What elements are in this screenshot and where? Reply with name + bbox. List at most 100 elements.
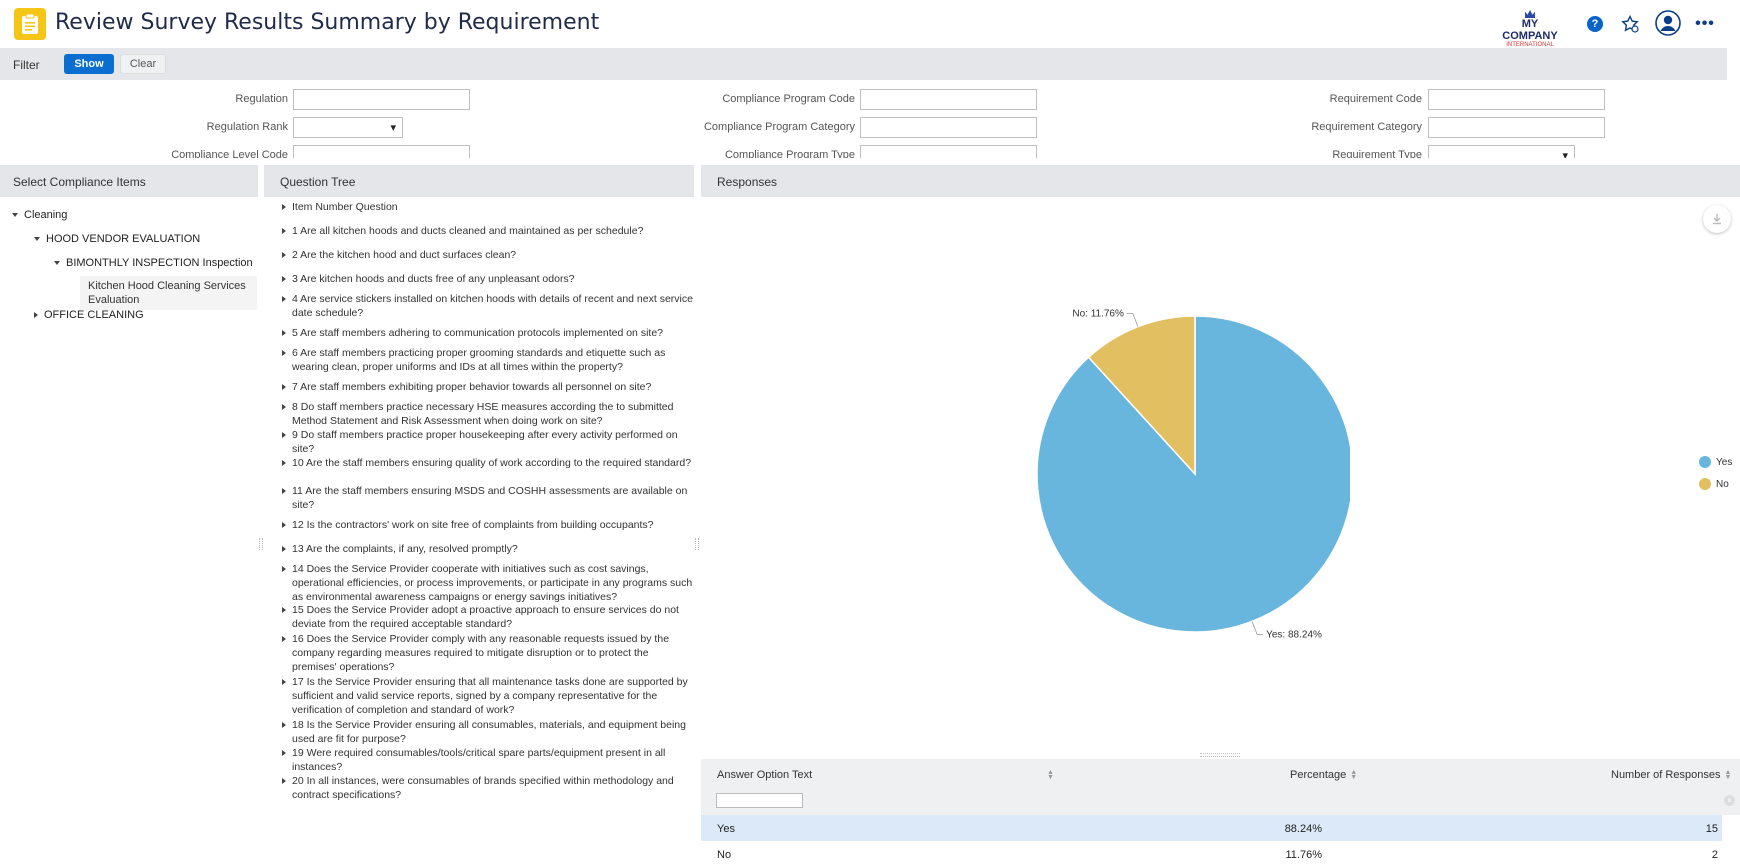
sort-icon[interactable]: ▲ ▼ [1043,769,1054,781]
question-text: 4 Are service stickers installed on kitc… [292,293,693,319]
requirement-category-input[interactable] [1428,117,1605,138]
cell-percentage: 88.24% [1284,823,1322,835]
regulation-input[interactable] [293,89,470,110]
question-item[interactable]: 4 Are service stickers installed on kitc… [280,292,694,320]
caret-right-icon[interactable] [282,252,286,258]
question-item[interactable]: 2 Are the kitchen hood and duct surfaces… [280,248,694,262]
caret-right-icon[interactable] [282,296,286,302]
question-text: 12 Is the contractors' work on site free… [292,519,654,531]
question-item[interactable]: 9 Do staff members practice proper house… [280,428,694,456]
chart-table-splitter[interactable] [1200,753,1240,757]
question-item[interactable]: 17 Is the Service Provider ensuring that… [280,675,694,717]
question-item[interactable]: 3 Are kitchen hoods and ducts free of an… [280,272,694,286]
col-header-label: Number of Responses [1611,769,1721,781]
question-tree-header-row[interactable]: Item Number Question [280,200,694,214]
sort-icon[interactable]: ▲ ▼ [1724,769,1731,781]
caret-down-icon[interactable] [12,213,18,218]
question-item[interactable]: 6 Are staff members practicing proper gr… [280,346,694,374]
caret-right-icon[interactable] [282,750,286,756]
caret-right-icon[interactable] [282,330,286,336]
tree-leaf-kitchen-hood-cleaning[interactable]: Kitchen Hood Cleaning Services Evaluatio… [80,276,257,310]
caret-right-icon[interactable] [282,778,286,784]
question-item[interactable]: 11 Are the staff members ensuring MSDS a… [280,484,694,512]
compliance-program-category-input[interactable] [860,117,1037,138]
left-splitter[interactable] [259,538,263,550]
question-item[interactable]: 13 Are the complaints, if any, resolved … [280,542,694,556]
caret-right-icon[interactable] [282,350,286,356]
compliance-program-type-input[interactable] [860,145,1037,158]
download-icon[interactable] [1703,205,1731,233]
question-item[interactable]: 19 Were required consumables/tools/criti… [280,746,694,774]
tree-node-office-cleaning[interactable]: OFFICE CLEANING [34,309,144,321]
caret-right-icon[interactable] [282,276,286,282]
more-options-icon[interactable]: ••• [1693,12,1717,36]
cell-count: 15 [1705,823,1718,835]
question-item[interactable]: 15 Does the Service Provider adopt a pro… [280,603,694,631]
caret-right-icon[interactable] [282,384,286,390]
tree-node-cleaning[interactable]: Cleaning [12,209,67,221]
caret-right-icon[interactable] [282,404,286,410]
caret-down-icon[interactable] [34,237,40,242]
sort-icon[interactable]: ▲ ▼ [1350,769,1357,781]
caret-right-icon[interactable] [282,566,286,572]
page-title: Review Survey Results Summary by Require… [55,10,600,35]
caret-right-icon[interactable] [282,522,286,528]
caret-right-icon[interactable] [282,722,286,728]
legend-item[interactable]: No [1699,478,1732,490]
question-text: 19 Were required consumables/tools/criti… [292,747,666,773]
table-row[interactable]: No 11.76% 2 [701,841,1722,864]
col-answer-option-text[interactable]: Answer Option Text [717,769,812,781]
question-item[interactable]: 10 Are the staff members ensuring qualit… [280,456,694,470]
caret-right-icon[interactable] [282,204,286,210]
tree-node-bimonthly-inspection[interactable]: BIMONTHLY INSPECTION Inspection [54,257,253,269]
question-item[interactable]: 20 In all instances, were consumables of… [280,774,694,802]
question-item[interactable]: 14 Does the Service Provider cooperate w… [280,562,694,604]
pie-data-label: No: 11.76% [1072,309,1124,320]
caret-right-icon[interactable] [282,460,286,466]
cell-count: 2 [1711,849,1718,861]
caret-right-icon[interactable] [282,546,286,552]
caret-right-icon[interactable] [282,228,286,234]
compliance-level-code-input[interactable] [293,145,470,158]
caret-right-icon[interactable] [282,679,286,685]
tree-node-hood-vendor-evaluation[interactable]: HOOD VENDOR EVALUATION [34,233,200,245]
caret-down-icon[interactable] [54,261,60,266]
caret-right-icon[interactable] [282,607,286,613]
compliance-level-code-label: Compliance Level Code [171,149,288,158]
col-number-of-responses[interactable]: Number of Responses ▲ ▼ [1611,769,1731,781]
legend-item[interactable]: Yes [1699,456,1732,468]
caret-right-icon[interactable] [282,636,286,642]
question-item[interactable]: 12 Is the contractors' work on site free… [280,518,694,532]
clear-button[interactable]: Clear [120,54,166,74]
regulation-rank-select[interactable]: ▾ [293,117,403,138]
col-percentage[interactable]: Percentage ▲ ▼ [1290,769,1357,781]
compliance-program-code-input[interactable] [860,89,1037,110]
requirement-code-input[interactable] [1428,89,1605,110]
clear-filter-icon[interactable]: × [1724,795,1735,806]
question-text: Item Number Question [292,201,398,213]
tree-label: Cleaning [24,209,68,221]
user-avatar-icon[interactable] [1655,10,1681,36]
question-item[interactable]: 7 Are staff members exhibiting proper be… [280,380,694,394]
question-text: 20 In all instances, were consumables of… [292,775,674,801]
caret-right-icon[interactable] [34,312,38,319]
pie-chart-svg: Yes: 88.24% No: 11.76% [1036,309,1354,640]
responses-pie-chart: Yes: 88.24% No: 11.76% [1030,300,1354,660]
question-item[interactable]: 8 Do staff members practice necessary HS… [280,400,694,428]
answer-filter-input[interactable] [716,793,803,808]
col-header-label: Answer Option Text [717,769,813,781]
question-item[interactable]: 5 Are staff members adhering to communic… [280,326,694,340]
table-row[interactable]: Yes 88.24% 15 [701,815,1722,841]
caret-right-icon[interactable] [282,432,286,438]
mid-splitter[interactable] [695,538,699,550]
caret-right-icon[interactable] [282,488,286,494]
requirement-type-select[interactable]: ▾ [1428,145,1575,158]
show-button[interactable]: Show [64,54,114,74]
help-icon[interactable]: ? [1583,12,1607,36]
question-text: 9 Do staff members practice proper house… [292,429,678,455]
legend-swatch [1699,478,1711,490]
favorites-star-icon[interactable] [1618,12,1642,36]
question-item[interactable]: 1 Are all kitchen hoods and ducts cleane… [280,224,694,238]
question-item[interactable]: 16 Does the Service Provider comply with… [280,632,694,674]
question-item[interactable]: 18 Is the Service Provider ensuring all … [280,718,694,746]
